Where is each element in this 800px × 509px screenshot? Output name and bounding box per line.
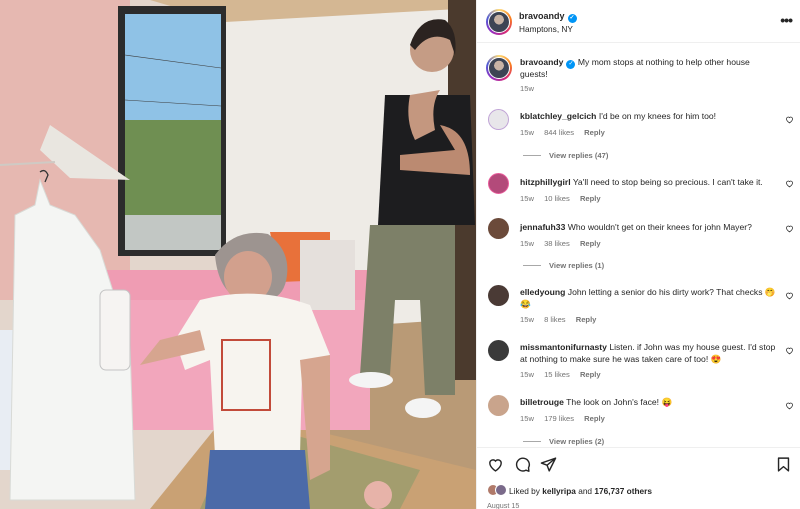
author-avatar[interactable] (486, 9, 512, 35)
comment-meta: 15w 844 likes Reply (520, 128, 605, 137)
commenter-avatar[interactable] (488, 173, 509, 194)
comment-time: 15w (520, 414, 534, 423)
comments-list[interactable]: bravoandy ✓ My mom stops at nothing to he… (477, 43, 800, 447)
heart-icon[interactable] (487, 456, 504, 473)
comment-likes[interactable]: 10 likes (544, 194, 570, 203)
reply-button[interactable]: Reply (584, 128, 605, 137)
commenter-avatar[interactable] (488, 218, 509, 239)
comment-meta: 15w 8 likes Reply (520, 315, 596, 324)
share-icon[interactable] (540, 456, 557, 473)
comment-text: Who wouldn't get on their knees for john… (567, 222, 752, 232)
post-date[interactable]: August 15 (487, 501, 519, 509)
comment-likes[interactable]: 8 likes (544, 315, 566, 324)
comment-username[interactable]: missmantonifurnasty (520, 342, 607, 352)
more-options-icon[interactable]: ••• (780, 12, 793, 28)
comment-likes[interactable]: 15 likes (544, 370, 570, 379)
caption-text-block: bravoandy ✓ My mom stops at nothing to he… (520, 57, 779, 81)
comment-time: 15w (520, 194, 534, 203)
liked-count[interactable]: 176,737 others (594, 486, 652, 496)
caption-username[interactable]: bravoandy (520, 57, 563, 67)
post-photo[interactable] (0, 0, 476, 509)
comment-icon[interactable] (514, 456, 531, 473)
liker-avatar (495, 484, 507, 496)
comment-text: The look on John's face! 😝 (566, 397, 673, 407)
comment-likes[interactable]: 179 likes (544, 414, 574, 423)
instagram-post: bravoandy ✓ Hamptons, NY ••• bravoandy ✓ M… (0, 0, 800, 509)
liked-by-user[interactable]: kellyripa (542, 486, 576, 496)
verified-badge-icon: ✓ (567, 14, 577, 23)
commenter-avatar[interactable] (488, 285, 509, 306)
post-actions: Liked by kellyripa and 176,737 others Au… (477, 447, 800, 509)
comment-meta: 15w 38 likes Reply (520, 239, 601, 248)
reply-button[interactable]: Reply (580, 239, 601, 248)
commenter-avatar[interactable] (488, 395, 509, 416)
comment-likes[interactable]: 844 likes (544, 128, 574, 137)
comment-text: Ya'll need to stop being so precious. I … (572, 177, 763, 187)
caption-time: 15w (520, 84, 534, 93)
reply-button[interactable]: Reply (580, 370, 601, 379)
bookmark-icon[interactable] (775, 456, 792, 473)
comment-likes[interactable]: 38 likes (544, 239, 570, 248)
author-username[interactable]: bravoandy ✓ (519, 11, 577, 23)
comment-time: 15w (520, 239, 534, 248)
comment-username[interactable]: elledyoung (520, 287, 565, 297)
comment-meta: 15w 10 likes Reply (520, 194, 601, 203)
comment-time: 15w (520, 370, 534, 379)
view-replies-button[interactable]: View replies (47) (523, 151, 608, 160)
post-header: bravoandy ✓ Hamptons, NY ••• (477, 0, 800, 43)
comment-time: 15w (520, 315, 534, 324)
comment-time: 15w (520, 128, 534, 137)
heart-icon[interactable] (785, 401, 794, 410)
reply-button[interactable]: Reply (580, 194, 601, 203)
heart-icon[interactable] (785, 179, 794, 188)
comment-meta: 15w 179 likes Reply (520, 414, 605, 423)
post-side-panel: bravoandy ✓ Hamptons, NY ••• bravoandy ✓ M… (476, 0, 800, 509)
photo-illustration (0, 0, 476, 509)
comment-username[interactable]: jennafuh33 (520, 222, 565, 232)
view-replies-button[interactable]: View replies (1) (523, 261, 604, 270)
comment-username[interactable]: kblatchley_gelcich (520, 111, 596, 121)
likes-summary[interactable]: Liked by kellyripa and 176,737 others (509, 486, 652, 496)
comment-meta: 15w 15 likes Reply (520, 370, 601, 379)
comment-username[interactable]: billetrouge (520, 397, 564, 407)
verified-badge-icon: ✓ (566, 60, 576, 69)
post-location[interactable]: Hamptons, NY (519, 24, 573, 34)
heart-icon[interactable] (785, 346, 794, 355)
heart-icon[interactable] (785, 115, 794, 124)
commenter-avatar[interactable] (488, 340, 509, 361)
view-replies-button[interactable]: View replies (2) (523, 437, 604, 446)
heart-icon[interactable] (785, 224, 794, 233)
heart-icon[interactable] (785, 291, 794, 300)
comment-text: I'd be on my knees for him too! (598, 111, 717, 121)
reply-button[interactable]: Reply (576, 315, 597, 324)
caption-avatar[interactable] (486, 55, 512, 81)
commenter-avatar[interactable] (488, 109, 509, 130)
reply-button[interactable]: Reply (584, 414, 605, 423)
comment-username[interactable]: hitzphillygirl (520, 177, 571, 187)
